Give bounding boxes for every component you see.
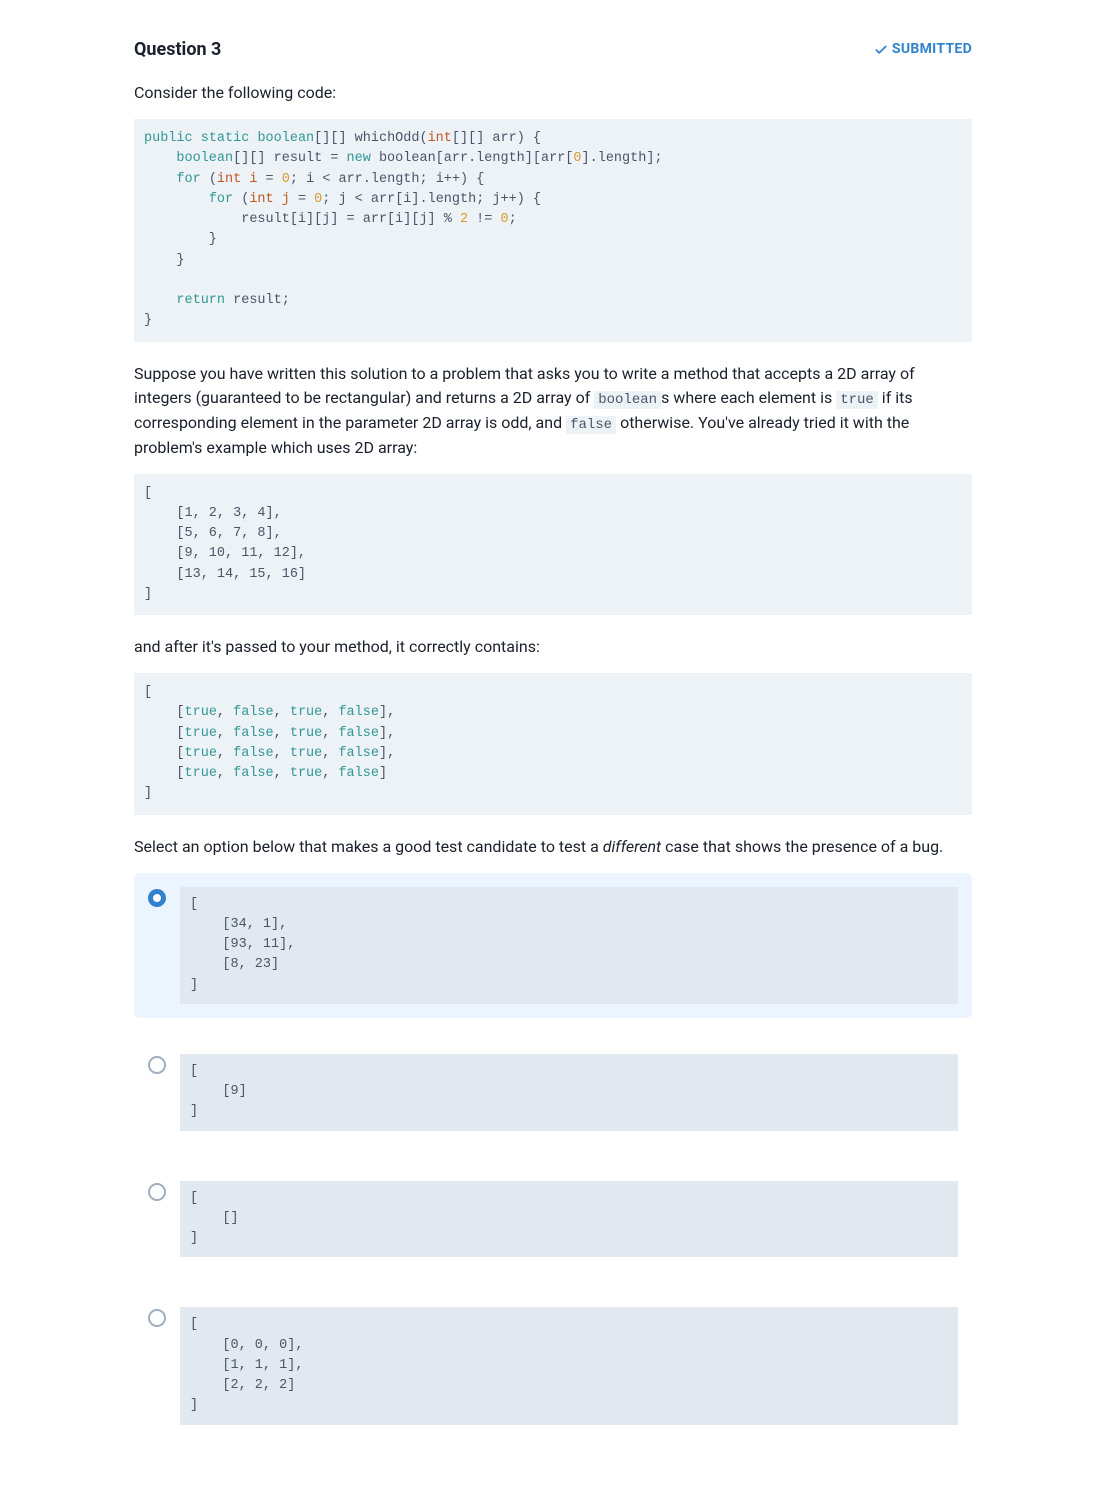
status-text: SUBMITTED xyxy=(892,39,972,60)
option-1[interactable]: [ [9] ] xyxy=(134,1040,972,1145)
option-0[interactable]: [ [34, 1], [93, 11], [8, 23] ] xyxy=(134,873,972,1018)
question-title: Question 3 xyxy=(134,36,221,63)
paragraph-after: and after it's passed to your method, it… xyxy=(134,635,972,659)
option-code-0: [ [34, 1], [93, 11], [8, 23] ] xyxy=(180,887,958,1004)
options-list: [ [34, 1], [93, 11], [8, 23] ] [ [9] ] [ [… xyxy=(134,873,972,1439)
option-code-1: [ [9] ] xyxy=(180,1054,958,1131)
paragraph-prompt: Select an option below that makes a good… xyxy=(134,835,972,859)
radio-option-0[interactable] xyxy=(148,889,166,907)
radio-option-1[interactable] xyxy=(148,1056,166,1074)
option-3[interactable]: [ [0, 0, 0], [1, 1, 1], [2, 2, 2] ] xyxy=(134,1293,972,1438)
paragraph-problem-desc: Suppose you have written this solution t… xyxy=(134,362,972,460)
intro-text: Consider the following code: xyxy=(134,81,972,105)
option-2[interactable]: [ [] ] xyxy=(134,1167,972,1272)
radio-option-2[interactable] xyxy=(148,1183,166,1201)
code-block-solution: public static boolean[][] whichOdd(int[]… xyxy=(134,119,972,342)
status-badge: SUBMITTED xyxy=(874,39,972,60)
question-header: Question 3 SUBMITTED xyxy=(134,36,972,63)
code-block-example-output: [ [true, false, true, false], [true, fal… xyxy=(134,673,972,815)
option-code-2: [ [] ] xyxy=(180,1181,958,1258)
code-block-example-input: [ [1, 2, 3, 4], [5, 6, 7, 8], [9, 10, 11… xyxy=(134,474,972,616)
option-code-3: [ [0, 0, 0], [1, 1, 1], [2, 2, 2] ] xyxy=(180,1307,958,1424)
check-icon xyxy=(874,43,888,57)
radio-option-3[interactable] xyxy=(148,1309,166,1327)
